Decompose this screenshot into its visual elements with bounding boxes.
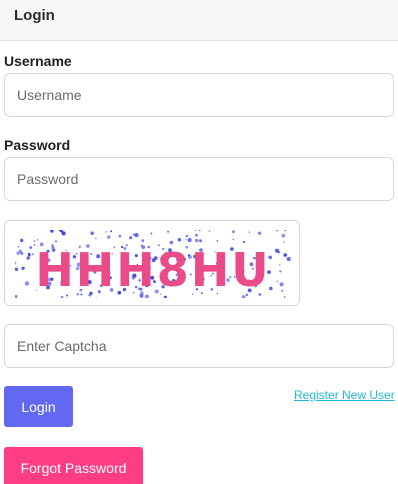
captcha-noise-dot <box>50 230 54 233</box>
captcha-image: HHH8HU <box>4 220 300 306</box>
captcha-noise-dot <box>248 231 251 233</box>
captcha-noise-dot <box>134 232 139 238</box>
captcha-noise-dot <box>15 267 19 272</box>
login-page: Login Username Password HHH8HU Login Reg… <box>0 0 398 484</box>
captcha-noise-dot <box>20 251 24 255</box>
captcha-noise-dot <box>26 256 30 260</box>
captcha-noise-dot <box>105 231 107 233</box>
captcha-noise-dot <box>29 246 33 249</box>
captcha-noise-dot <box>95 297 97 298</box>
captcha-noise-dot <box>15 294 18 298</box>
captcha-noise-dot <box>110 230 113 233</box>
captcha-noise-dot <box>276 230 279 232</box>
captcha-noise-dot <box>185 236 187 238</box>
captcha-noise-dot <box>283 241 285 243</box>
captcha-noise-dot <box>36 239 39 241</box>
captcha-noise-dot <box>195 238 199 243</box>
captcha-noise-dot <box>199 239 202 243</box>
captcha-noise-dot <box>195 230 197 232</box>
captcha-noise-dot <box>20 238 24 243</box>
forgot-password-button[interactable]: Forgot Password <box>4 447 143 484</box>
captcha-noise-dot <box>90 231 94 235</box>
captcha-noise-dot <box>24 281 30 286</box>
captcha-noise-dot <box>150 232 153 235</box>
captcha-noise-dot <box>187 237 192 243</box>
captcha-text: HHH8HU <box>35 243 270 297</box>
captcha-input[interactable] <box>4 324 394 368</box>
captcha-noise-dot <box>118 234 122 238</box>
captcha-noise-dot <box>95 237 97 240</box>
password-input[interactable] <box>4 157 394 201</box>
captcha-noise-dot <box>281 289 284 292</box>
captcha-noise-dot <box>281 233 286 238</box>
captcha-noise-dot <box>279 282 284 287</box>
register-link[interactable]: Register New User <box>294 388 395 402</box>
captcha-noise-dot <box>185 239 187 241</box>
captcha-noise-dot <box>276 280 279 283</box>
captcha-noise-dot <box>275 248 279 253</box>
captcha-noise-dot <box>208 230 211 232</box>
captcha-noise-dot <box>141 239 145 242</box>
captcha-noise-dot <box>286 256 291 262</box>
captcha-noise-dot <box>279 264 281 266</box>
captcha-noise-dot <box>17 245 20 248</box>
captcha-noise-dot <box>195 233 198 237</box>
captcha-noise-dot <box>27 252 31 256</box>
page-title: Login <box>14 7 55 24</box>
captcha-graphic: HHH8HU <box>15 230 291 298</box>
captcha-noise-dot <box>16 251 20 255</box>
captcha-noise-dot <box>283 295 286 298</box>
captcha-noise-dot <box>129 236 133 240</box>
captcha-noise-dot <box>61 231 66 236</box>
card-header: Login <box>0 0 398 41</box>
captcha-noise-dot <box>33 240 36 242</box>
captcha-noise-dot <box>284 230 286 232</box>
captcha-noise-dot <box>232 238 235 241</box>
username-input[interactable] <box>4 73 394 117</box>
username-label: Username <box>4 53 72 69</box>
captcha-noise-dot <box>31 253 34 256</box>
captcha-noise-dot <box>21 266 25 270</box>
captcha-noise-dot <box>107 235 111 239</box>
captcha-noise-dot <box>279 270 282 273</box>
captcha-noise-dot <box>177 238 182 242</box>
login-button[interactable]: Login <box>4 386 73 427</box>
captcha-noise-dot <box>167 230 170 233</box>
captcha-noise-dot <box>232 230 235 234</box>
password-label: Password <box>4 137 71 153</box>
captcha-noise-dot <box>283 253 288 257</box>
captcha-noise-dot <box>15 261 17 265</box>
captcha-noise-dot <box>216 240 219 242</box>
captcha-noise-dot <box>257 231 262 235</box>
captcha-noise-dot <box>198 230 201 232</box>
captcha-noise-dot <box>132 233 135 236</box>
